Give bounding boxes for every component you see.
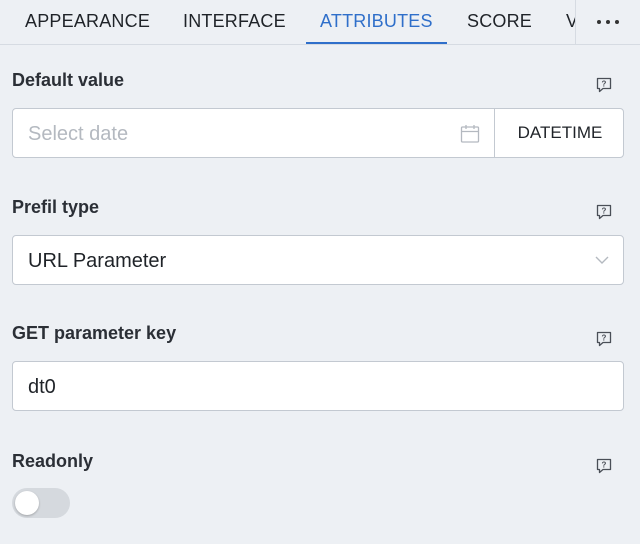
help-icon[interactable]: ? [595, 76, 613, 94]
toggle-knob [15, 491, 39, 515]
get-parameter-key-input[interactable]: dt0 [28, 362, 56, 412]
prefil-type-select[interactable]: URL Parameter [12, 235, 624, 285]
chevron-down-icon [595, 256, 609, 264]
prefil-type-label: Prefil type [12, 197, 100, 217]
get-parameter-key-field[interactable]: dt0 [12, 361, 624, 411]
tab-interface[interactable]: INTERFACE [183, 0, 286, 44]
svg-text:?: ? [602, 461, 607, 470]
prefil-type-selected-value: URL Parameter [28, 250, 167, 272]
tab-score[interactable]: SCORE [467, 0, 532, 44]
help-icon[interactable]: ? [595, 330, 613, 348]
help-icon[interactable]: ? [595, 457, 613, 475]
default-value-label: Default value [12, 70, 125, 90]
calendar-icon[interactable] [460, 124, 480, 144]
tab-attributes[interactable]: ATTRIBUTES [306, 0, 447, 44]
readonly-toggle[interactable] [12, 488, 70, 518]
more-horizontal-icon [595, 20, 622, 24]
date-input[interactable]: Select date [28, 109, 128, 159]
datetime-mode-button[interactable]: DATETIME [494, 108, 625, 158]
readonly-label: Readonly [12, 451, 94, 471]
default-value-date-field: Select date DATETIME [12, 108, 624, 158]
more-tabs-button[interactable] [575, 0, 640, 44]
get-parameter-key-label: GET parameter key [12, 323, 177, 343]
svg-text:?: ? [602, 80, 607, 89]
tab-appearance[interactable]: APPEARANCE [25, 0, 150, 44]
svg-text:?: ? [602, 334, 607, 343]
help-icon[interactable]: ? [595, 203, 613, 221]
tab-bar: APPEARANCE INTERFACE ATTRIBUTES SCORE V [0, 0, 640, 45]
svg-text:?: ? [602, 207, 607, 216]
